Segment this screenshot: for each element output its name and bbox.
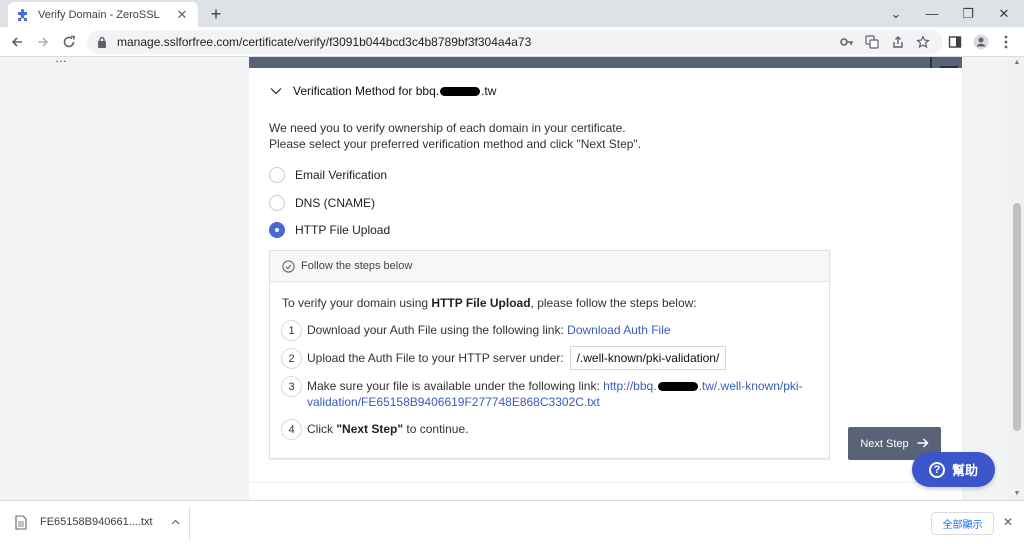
step-1: 1 Download your Auth File using the foll… [281,320,671,341]
menu-kebab-icon[interactable] [996,32,1016,52]
side-panel-icon[interactable] [945,32,965,52]
lock-icon[interactable] [95,35,109,49]
url-text: manage.sslforfree.com/certificate/verify… [117,35,532,49]
reload-icon[interactable] [58,32,80,52]
chevron-up-icon[interactable] [171,517,180,528]
step-3: 3 Make sure your file is available under… [281,376,803,410]
tab-title: Verify Domain - ZeroSSL [38,8,160,21]
download-bar: FE65158B940661....txt 全部顯示 ✕ [0,500,1024,544]
scroll-down-icon[interactable]: ▼ [1010,488,1024,500]
address-bar[interactable]: manage.sslforfree.com/certificate/verify… [87,30,943,54]
chevron-down-icon[interactable] [269,84,283,98]
profile-avatar-icon[interactable] [971,32,991,52]
radio-http[interactable] [269,222,285,238]
redacted-domain [657,382,698,392]
step-2: 2 Upload the Auth File to your HTTP serv… [281,346,727,370]
forward-icon[interactable] [32,32,54,52]
file-icon [14,513,28,531]
page-content: … Verification Method for bbq. .tw We nee… [0,57,1024,500]
intro-text: We need you to verify ownership of each … [269,121,642,151]
tab-search-icon[interactable]: ⌄ [878,0,914,27]
download-auth-file-link[interactable]: Download Auth File [567,323,670,337]
minimize-icon[interactable]: — [914,0,950,27]
arrow-right-icon [917,436,929,451]
step-4: 4 Click "Next Step" to continue. [281,419,468,440]
verification-card: Verification Method for bbq. .tw We need … [249,57,962,500]
check-circle-icon [281,259,295,273]
page-scrollbar[interactable]: ▲ ▼ [1010,57,1024,500]
puzzle-favicon-icon [16,8,30,22]
help-button[interactable]: ? 幫助 [912,452,995,487]
window-close-icon[interactable]: ✕ [986,0,1022,27]
method-dns-cname[interactable]: DNS (CNAME) [269,195,375,211]
redacted-domain [440,87,481,97]
validation-path[interactable]: /.well-known/pki-validation/ [569,346,727,370]
key-icon[interactable] [837,32,857,52]
verification-method-header[interactable]: Verification Method for bbq. .tw [269,84,496,98]
restore-icon[interactable]: ❐ [950,0,986,27]
show-all-button[interactable]: 全部顯示 [931,512,994,535]
bookmark-star-icon[interactable] [913,32,933,52]
translate-icon[interactable] [862,32,882,52]
tab-strip: Verify Domain - ZeroSSL ✕ + ⌄ — ❐ ✕ [0,0,1024,27]
download-item[interactable]: FE65158B940661....txt [14,513,180,531]
close-download-bar-icon[interactable]: ✕ [1003,515,1013,529]
scroll-up-icon[interactable]: ▲ [1010,57,1024,69]
share-icon[interactable] [888,32,908,52]
question-circle-icon: ? [928,461,945,478]
sidebar-fragment: … [55,57,67,65]
steps-intro: To verify your domain using HTTP File Up… [282,296,697,310]
steps-panel: Follow the steps below To verify your do… [269,250,830,459]
card-top-bar [249,57,962,68]
new-tab-button[interactable]: + [206,4,226,24]
radio-dns[interactable] [269,195,285,211]
method-email-verification[interactable]: Email Verification [269,167,387,183]
tab-close-icon[interactable]: ✕ [174,7,190,23]
back-icon[interactable] [6,32,28,52]
radio-email[interactable] [269,167,285,183]
scroll-thumb[interactable] [1013,203,1021,431]
section-title: Verification Method for bbq. .tw [293,84,497,98]
steps-header: Follow the steps below [270,251,829,282]
browser-toolbar: manage.sslforfree.com/certificate/verify… [0,27,1024,57]
tab-verify-domain[interactable]: Verify Domain - ZeroSSL ✕ [8,2,198,27]
method-http-file-upload[interactable]: HTTP File Upload [269,222,390,238]
